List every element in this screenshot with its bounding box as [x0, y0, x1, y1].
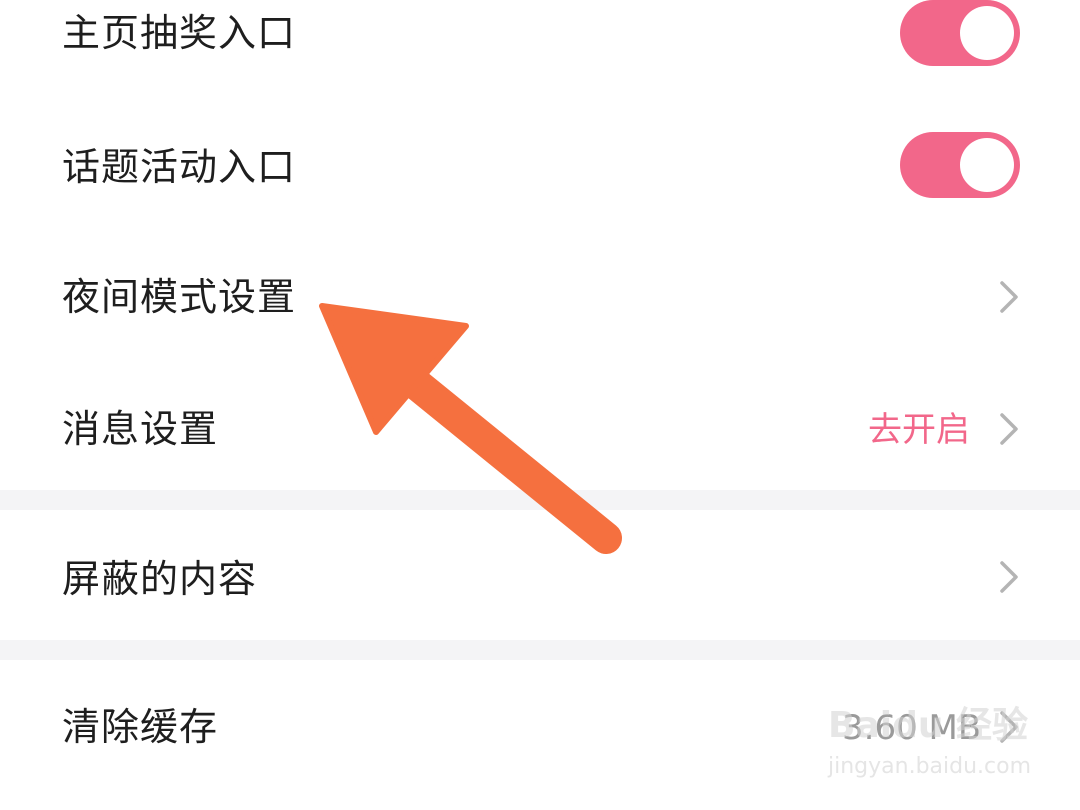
setting-row-night-mode[interactable]: 夜间模式设置	[0, 238, 1080, 358]
chevron-right-icon	[1000, 413, 1018, 445]
setting-label-night-mode: 夜间模式设置	[62, 275, 297, 319]
watermark-url: jingyan.baidu.com	[828, 754, 1032, 779]
setting-label-clear-cache: 清除缓存	[62, 705, 219, 749]
setting-label-message: 消息设置	[62, 407, 219, 451]
setting-label-lottery-entry: 主页抽奖入口	[62, 11, 297, 55]
baidu-jingyan-watermark: Baidu 经验 jingyan.baidu.com	[822, 690, 1032, 794]
watermark-brand: Baidu 经验	[828, 705, 1029, 746]
chevron-right-icon	[1000, 281, 1018, 313]
setting-row-lottery-entry: 主页抽奖入口	[0, 0, 1080, 70]
toggle-knob	[960, 138, 1014, 192]
toggle-knob	[960, 6, 1014, 60]
chevron-right-icon	[1000, 561, 1018, 593]
message-enable-link[interactable]: 去开启	[868, 408, 970, 452]
lottery-entry-toggle[interactable]	[900, 0, 1020, 66]
setting-row-blocked-content[interactable]: 屏蔽的内容	[0, 510, 1080, 640]
topic-entry-toggle[interactable]	[900, 132, 1020, 198]
setting-row-topic-entry: 话题活动入口	[0, 98, 1080, 238]
setting-row-message[interactable]: 消息设置 去开启	[0, 358, 1080, 490]
section-divider	[0, 490, 1080, 510]
setting-label-topic-entry: 话题活动入口	[62, 145, 297, 189]
section-divider	[0, 640, 1080, 660]
setting-label-blocked-content: 屏蔽的内容	[62, 557, 258, 601]
